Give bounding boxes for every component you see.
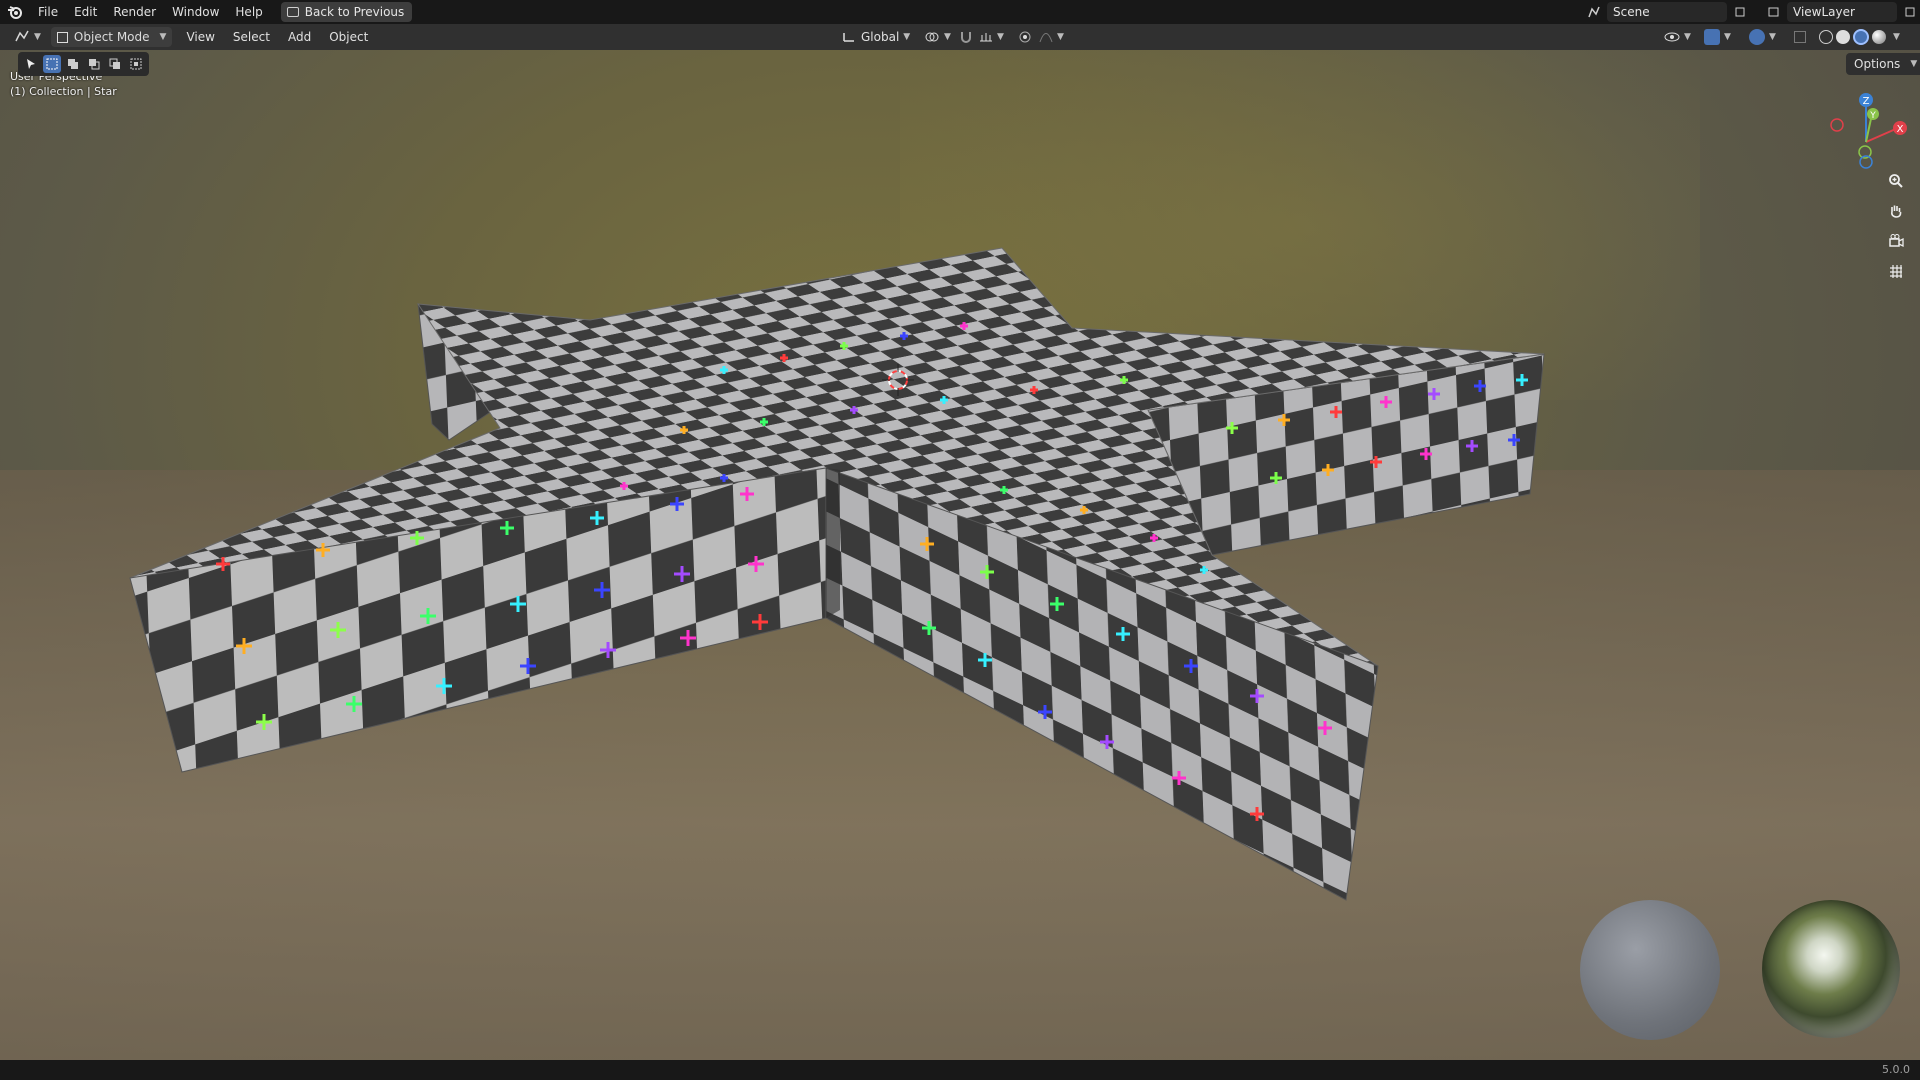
viewport-header: ▼ Object Mode ▼ View Select Add Object G… [0, 24, 1920, 50]
shading-modes: ▼ [1815, 27, 1904, 47]
visibility-dropdown[interactable]: ▼ [1660, 27, 1695, 47]
matcap-sphere [1580, 900, 1720, 1040]
proportional-edit-toggle[interactable] [1015, 27, 1035, 47]
select-intersect-icon[interactable] [127, 55, 145, 73]
top-menu-bar: File Edit Render Window Help Back to Pre… [0, 0, 1920, 24]
options-dropdown[interactable]: Options ▼ [1846, 53, 1920, 75]
solid-shading-icon[interactable] [1836, 30, 1850, 44]
xray-toggle[interactable] [1790, 27, 1810, 47]
menu-window[interactable]: Window [164, 0, 227, 24]
scene-name-field[interactable]: Scene [1607, 2, 1727, 22]
object-mode-dropdown[interactable]: Object Mode ▼ [50, 27, 173, 47]
menu-select[interactable]: Select [229, 27, 274, 47]
snap-target-dropdown[interactable]: ▼ [975, 27, 1008, 47]
pivot-icon [925, 32, 939, 42]
zoom-icon[interactable] [1883, 168, 1909, 194]
xray-icon [1794, 31, 1806, 43]
view-layer-icon[interactable] [1765, 3, 1783, 21]
material-shading-icon[interactable] [1853, 29, 1869, 45]
blender-logo-icon[interactable] [0, 0, 30, 24]
overlays-icon [1749, 29, 1765, 45]
pivot-point-dropdown[interactable]: ▼ [920, 27, 955, 47]
menu-view[interactable]: View [182, 27, 218, 47]
gizmo-y-label: Y [1869, 111, 1876, 121]
new-scene-icon[interactable] [1731, 3, 1749, 21]
menu-edit[interactable]: Edit [66, 0, 105, 24]
new-view-layer-icon[interactable] [1901, 3, 1919, 21]
scene-name: Scene [1613, 5, 1650, 19]
view-layer-selector: ViewLayer [1765, 2, 1919, 22]
increment-icon [980, 33, 992, 42]
menu-object[interactable]: Object [325, 27, 372, 47]
menu-file[interactable]: File [30, 0, 66, 24]
navigation-gizmo[interactable]: Z X Y [1820, 90, 1910, 170]
select-subtract-icon[interactable] [85, 55, 103, 73]
collection-label: (1) Collection | Star [10, 85, 117, 98]
wireframe-shading-icon[interactable] [1819, 30, 1833, 44]
options-label: Options [1854, 57, 1901, 71]
camera-icon[interactable] [1883, 228, 1909, 254]
transform-orientation-dropdown[interactable]: Global ▼ [838, 27, 914, 47]
version-label: 5.0.0 [1882, 1063, 1910, 1076]
grid-icon[interactable] [1883, 258, 1909, 284]
object-mode-icon [56, 31, 68, 43]
screen-icon [286, 7, 299, 17]
menu-add[interactable]: Add [284, 27, 315, 47]
magnet-icon [961, 32, 971, 43]
snap-toggle[interactable] [955, 27, 977, 47]
proportional-icon [1019, 31, 1031, 43]
select-new-icon[interactable] [43, 55, 61, 73]
scene-icon[interactable] [1585, 3, 1603, 21]
menu-help[interactable]: Help [227, 0, 270, 24]
star-inner-edge [826, 468, 840, 618]
select-tool-icon[interactable] [22, 55, 40, 73]
rendered-shading-icon[interactable] [1872, 30, 1886, 44]
select-extend-icon[interactable] [64, 55, 82, 73]
hand-icon[interactable] [1883, 198, 1909, 224]
select-invert-icon[interactable] [106, 55, 124, 73]
gizmo-neg-x[interactable] [1830, 118, 1844, 132]
overlays-toggle[interactable]: ▼ [1745, 27, 1780, 47]
falloff-icon [1039, 33, 1053, 43]
back-to-previous-button[interactable]: Back to Previous [280, 2, 413, 22]
scene-selector: Scene [1585, 2, 1749, 22]
orientation-label: Global [861, 30, 900, 44]
back-to-previous-label: Back to Previous [304, 5, 405, 19]
menu-render[interactable]: Render [105, 0, 164, 24]
gizmo-z-label: Z [1863, 96, 1870, 107]
3d-viewport[interactable]: User Perspective (1) Collection | Star Z… [0, 50, 1920, 1060]
orientation-icon [843, 33, 854, 42]
gizmo-icon [1704, 29, 1720, 45]
eye-icon [1664, 32, 1680, 42]
status-bar: 5.0.0 [0, 1060, 1920, 1080]
view-layer-field[interactable]: ViewLayer [1787, 2, 1897, 22]
editor-type-button[interactable]: ▼ [10, 27, 45, 47]
falloff-dropdown[interactable]: ▼ [1035, 27, 1068, 47]
hdri-sphere [1762, 900, 1900, 1038]
tool-settings-row [18, 52, 149, 76]
shading-dropdown-icon[interactable]: ▼ [1893, 32, 1900, 42]
object-mode-label: Object Mode [73, 30, 150, 44]
gizmo-x-label: X [1897, 124, 1904, 135]
view-layer-name: ViewLayer [1793, 5, 1855, 19]
gizmo-toggle[interactable]: ▼ [1700, 27, 1735, 47]
